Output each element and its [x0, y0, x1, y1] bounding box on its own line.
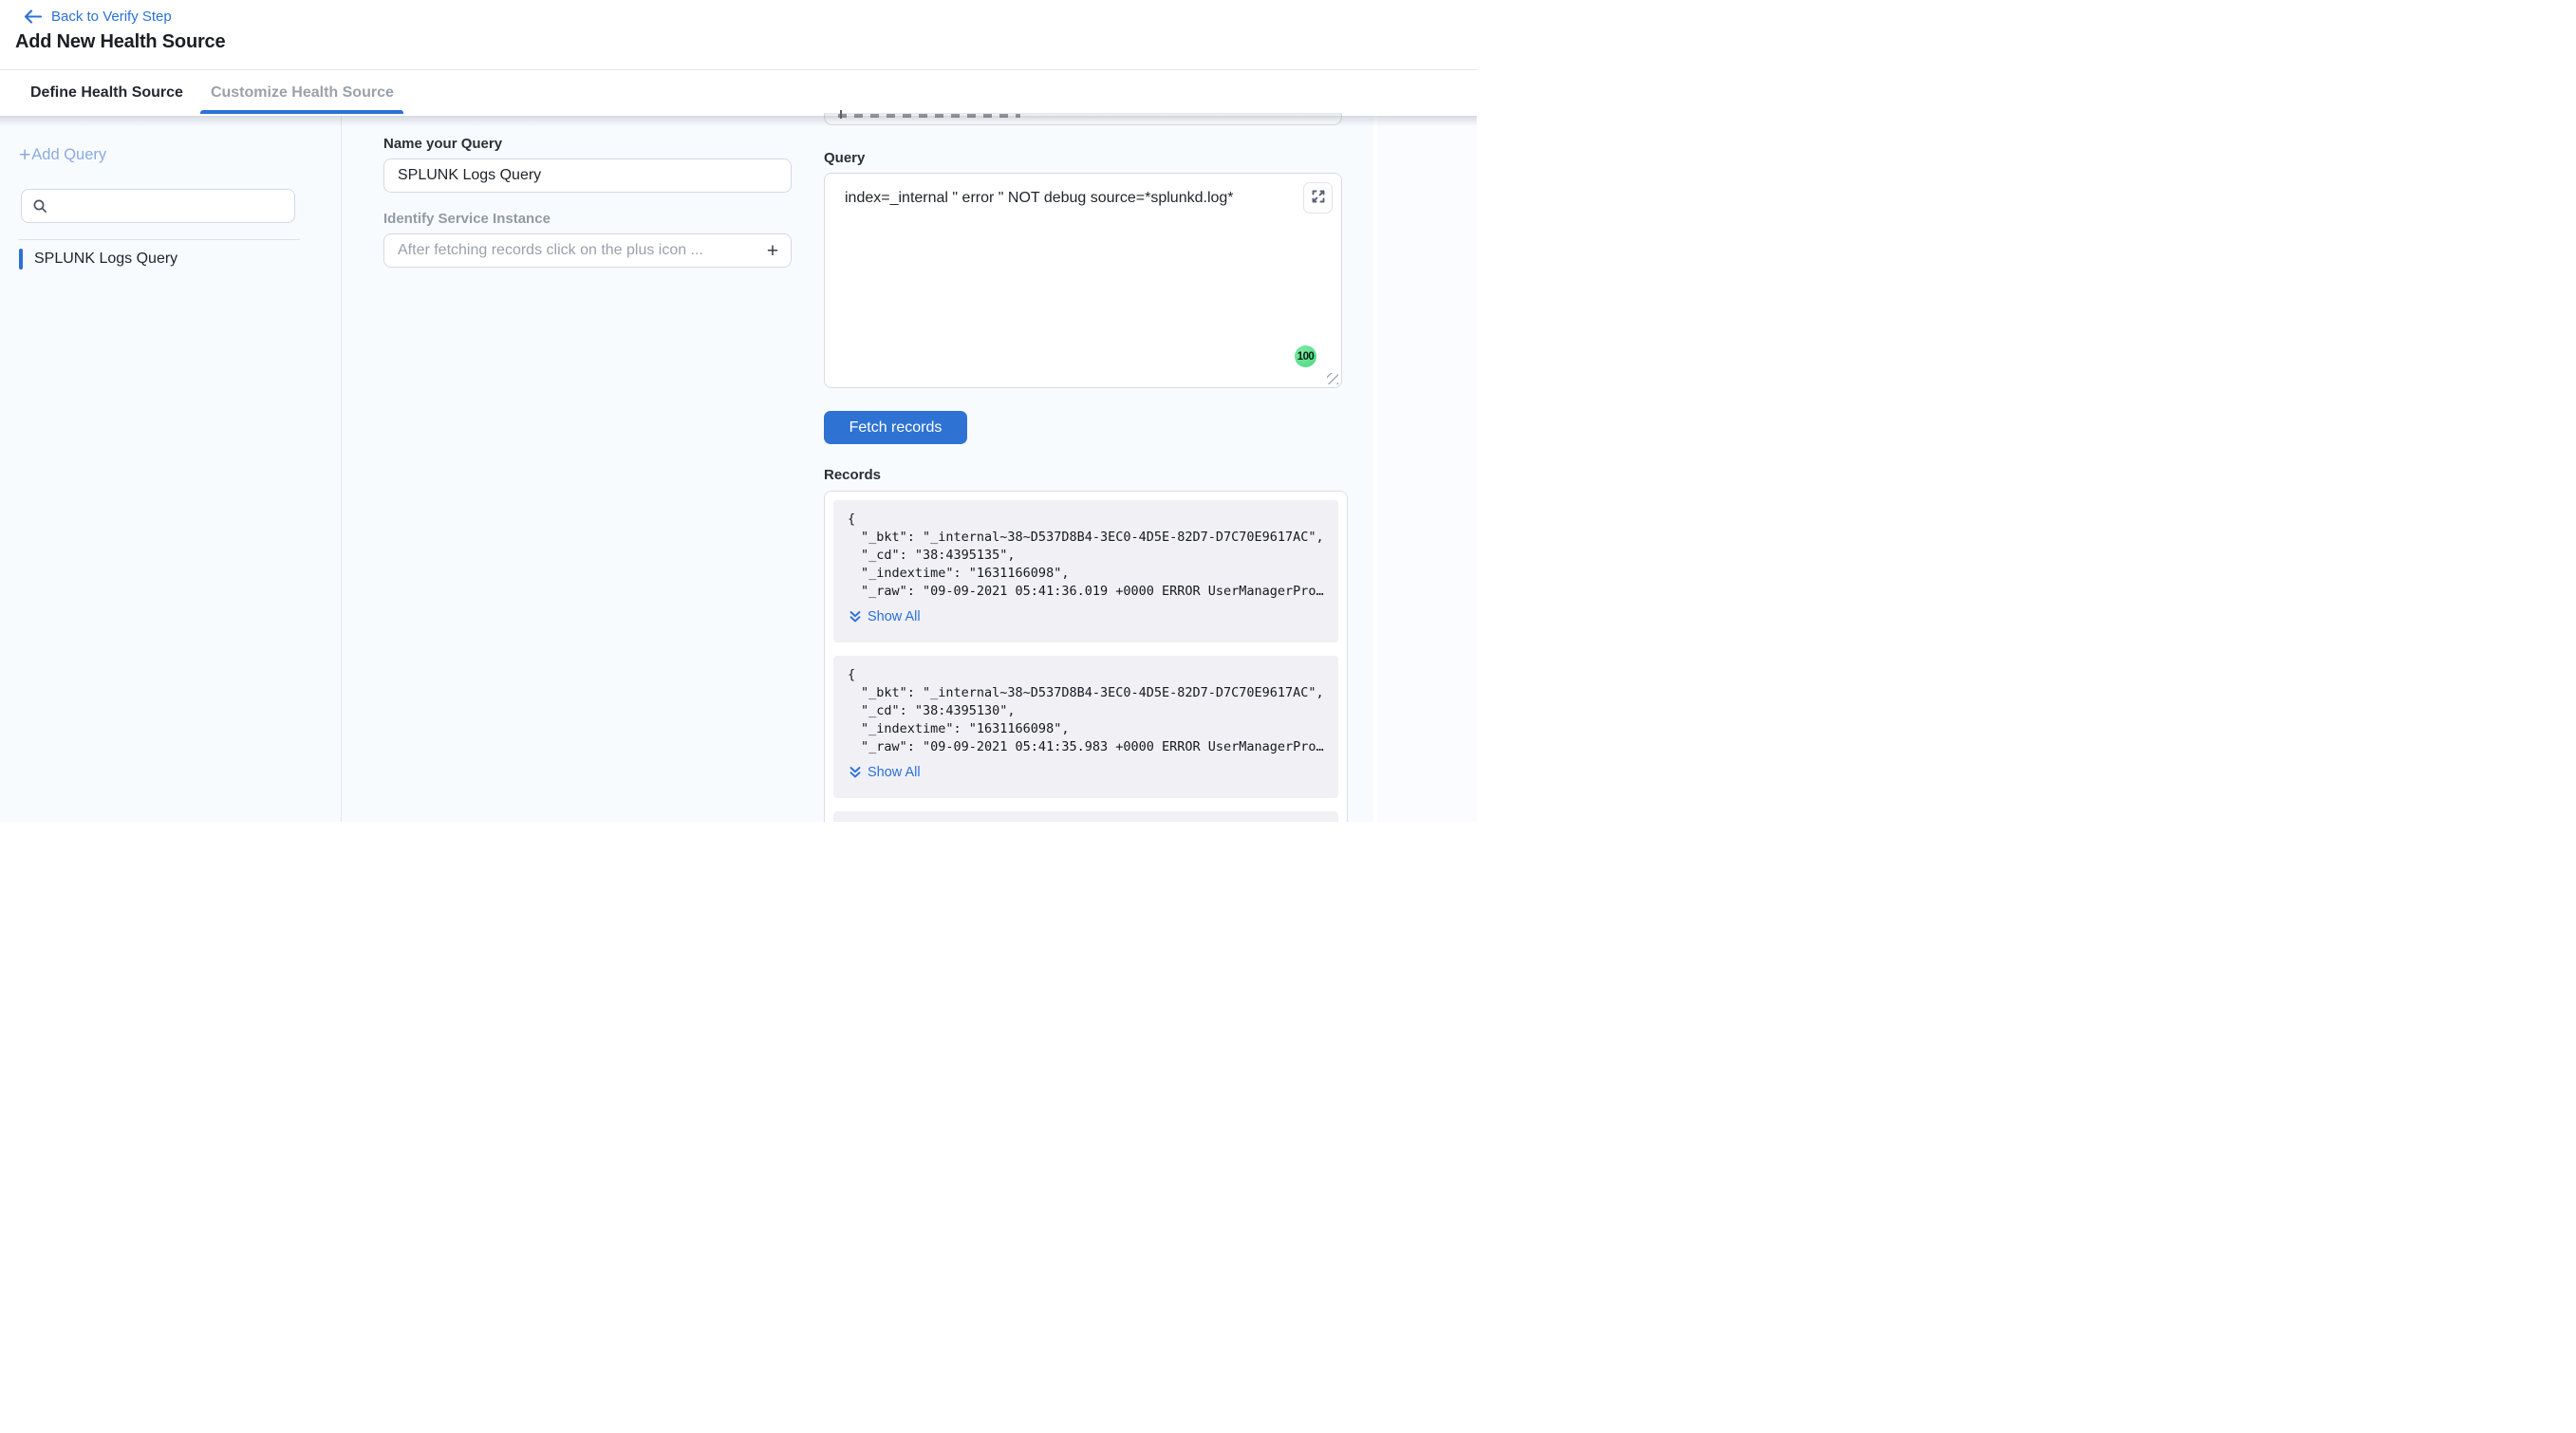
record-json-open: { — [848, 511, 1324, 529]
expand-button[interactable] — [1303, 182, 1333, 214]
query-item-label: SPLUNK Logs Query — [34, 251, 177, 268]
query-config-column: Name your Query Identify Service Instanc… — [383, 136, 792, 268]
right-gutter-panel — [1377, 116, 1477, 822]
record-card: { "_bkt": "_internal~38~D537D8B4-3EC0-4D… — [833, 500, 1338, 642]
truncated-field[interactable] — [824, 113, 1342, 125]
resize-grip-icon[interactable] — [1327, 373, 1338, 384]
records-container: { "_bkt": "_internal~38~D537D8B4-3EC0-4D… — [824, 491, 1348, 822]
expand-icon — [1311, 189, 1326, 207]
service-instance-field: + — [383, 227, 792, 268]
show-all-label: Show All — [868, 765, 921, 780]
record-json-line: "_indextime": "1631166098", — [848, 720, 1324, 738]
add-query-label: Add Query — [31, 146, 106, 164]
app-window: Back to Verify Step Add New Health Sourc… — [0, 0, 1477, 822]
query-results-column: Query index=_internal " error " NOT debu… — [824, 116, 1348, 822]
show-all-link[interactable]: Show All — [849, 765, 921, 780]
page-title: Add New Health Source — [15, 31, 225, 53]
record-json-line: "_bkt": "_internal~38~D537D8B4-3EC0-4D5E… — [848, 529, 1324, 547]
record-json-open: { — [848, 666, 1324, 684]
tab-customize-health-source[interactable]: Customize Health Source — [211, 84, 394, 102]
record-card: { "_bkt": "_internal~38~D537D8B4-3EC0-4D… — [833, 656, 1338, 798]
page-header: Back to Verify Step Add New Health Sourc… — [0, 0, 1477, 70]
tab-define-health-source[interactable]: Define Health Source — [30, 84, 183, 102]
show-all-label: Show All — [868, 609, 921, 624]
tab-customize-label: Customize Health Source — [211, 84, 394, 101]
record-card-partial — [833, 811, 1338, 822]
content-area: + Add Query SPLUNK Logs Query Name your — [0, 116, 1477, 822]
query-text: index=_internal " error " NOT debug sour… — [845, 190, 1234, 207]
service-instance-input[interactable] — [383, 233, 792, 268]
double-chevron-down-icon — [849, 766, 861, 779]
double-chevron-down-icon — [849, 610, 861, 623]
query-search-box — [21, 189, 295, 223]
record-json-line: "_indextime": "1631166098", — [848, 565, 1324, 583]
record-json-line: "_bkt": "_internal~38~D537D8B4-3EC0-4D5E… — [848, 684, 1324, 702]
records-label: Records — [824, 467, 1348, 483]
back-arrow-icon — [24, 9, 42, 24]
sidebar-divider — [19, 239, 300, 240]
record-json-line: "_cd": "38:4395130", — [848, 702, 1324, 720]
add-service-instance-button[interactable]: + — [759, 239, 786, 264]
active-tab-indicator — [200, 110, 403, 114]
plus-icon: + — [19, 148, 30, 163]
query-label: Query — [824, 150, 1348, 166]
add-query-button[interactable]: + Add Query — [19, 146, 106, 164]
back-link-label: Back to Verify Step — [51, 9, 172, 25]
record-json-line: "_raw": "09-09-2021 05:41:36.019 +0000 E… — [848, 583, 1324, 601]
record-json-line: "_raw": "09-09-2021 05:41:35.983 +0000 E… — [848, 738, 1324, 756]
name-query-label: Name your Query — [383, 136, 792, 152]
query-list-item[interactable]: SPLUNK Logs Query — [19, 249, 341, 270]
service-instance-label: Identify Service Instance — [383, 211, 792, 227]
record-json-line: "_cd": "38:4395135", — [848, 547, 1324, 565]
fetch-records-button[interactable]: Fetch records — [824, 411, 967, 444]
query-sidebar: + Add Query SPLUNK Logs Query — [0, 116, 342, 822]
truncated-text-fragment — [838, 114, 1020, 118]
main-panel: + Add Query SPLUNK Logs Query Name your — [0, 116, 1373, 822]
back-link[interactable]: Back to Verify Step — [24, 9, 172, 25]
show-all-link[interactable]: Show All — [849, 609, 921, 624]
query-name-input[interactable] — [383, 158, 792, 193]
char-count-badge: 100 — [1295, 345, 1316, 367]
tab-bar: Define Health Source Customize Health So… — [0, 70, 1477, 116]
query-editor[interactable]: index=_internal " error " NOT debug sour… — [824, 173, 1342, 388]
active-query-indicator — [19, 249, 23, 270]
truncated-text-cursor — [840, 110, 842, 119]
search-input[interactable] — [54, 190, 289, 222]
